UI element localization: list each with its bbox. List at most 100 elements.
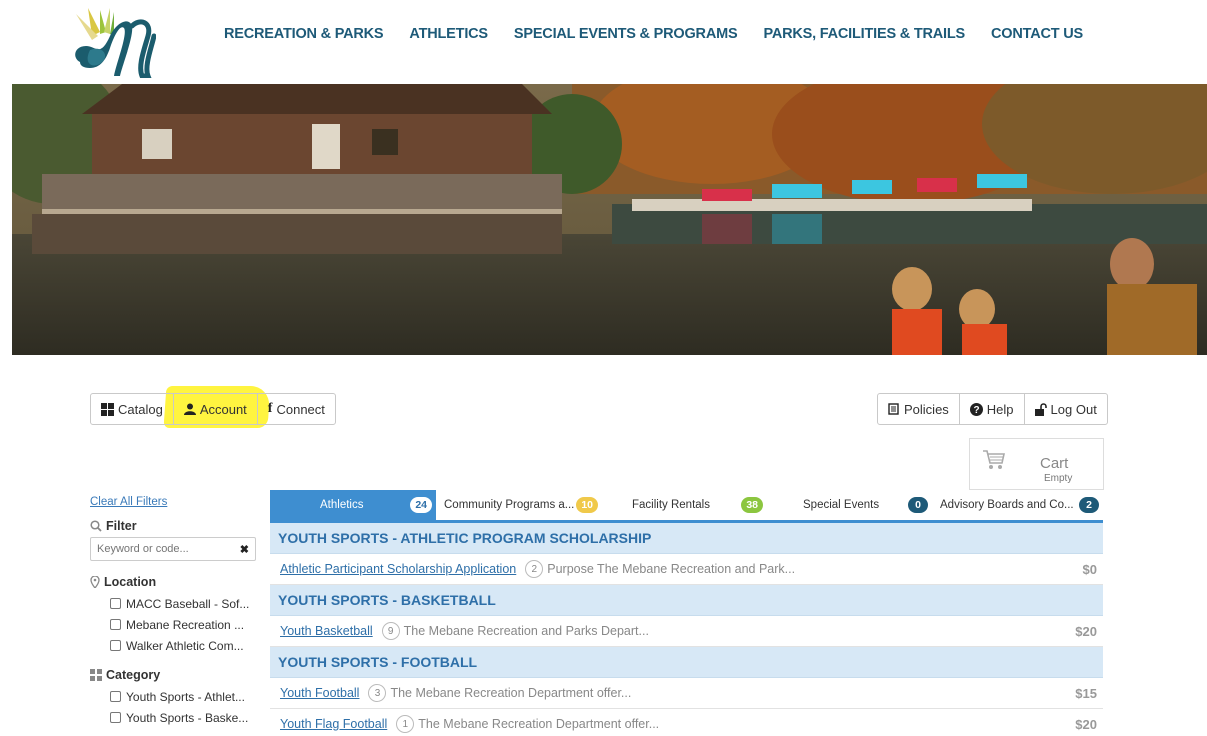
activity-price: $15 [1075,685,1097,701]
category-section-heading: YOUTH SPORTS - BASKETBALL [270,585,1103,616]
session-count-badge: 3 [368,684,387,702]
activity-link[interactable]: Youth Football [280,686,359,700]
tab-label: Advisory Boards and Co... [940,499,1074,511]
tab-label: Special Events [803,499,880,511]
session-count-badge: 9 [381,622,400,640]
session-count-badge: 1 [396,715,415,733]
facebook-icon: f [267,401,273,416]
cart-label: Cart [1040,455,1069,472]
help-label: Help [986,401,1014,417]
clear-all-filters-link[interactable]: Clear All Filters [90,496,260,508]
utility-button-group: Policies ? Help Log Out [877,393,1108,425]
tab-athletics[interactable]: Athletics 24 [270,490,436,520]
list-item: Youth Basketball 9 The Mebane Recreation… [270,616,1103,647]
activity-description: The Mebane Recreation Department offer..… [390,686,632,700]
category-section-heading: YOUTH SPORTS - FOOTBALL [270,647,1103,678]
tab-label: Facility Rentals [632,499,710,511]
location-option[interactable]: Mebane Recreation ... [90,614,260,635]
policies-button[interactable]: Policies [878,394,960,424]
category-option-label: Youth Sports - Athlet... [126,689,245,704]
grid-icon [90,669,102,681]
page: RECREATION & PARKS ATHLETICS SPECIAL EVE… [0,0,1207,736]
checkbox[interactable] [110,640,121,651]
nav-contact-us[interactable]: CONTACT US [991,26,1083,42]
account-label: Account [199,401,247,417]
cart-status: Empty [1044,473,1073,484]
category-option-label: Youth Sports - Baske... [126,710,249,725]
location-heading: Location [90,575,260,589]
category-section-heading: YOUTH SPORTS - ATHLETIC PROGRAM SCHOLARS… [270,523,1103,554]
hero-image [12,84,1207,355]
location-option-label: Mebane Recreation ... [126,617,245,632]
activity-price: $0 [1082,561,1097,577]
map-marker-icon [90,576,100,588]
nav-special-events[interactable]: SPECIAL EVENTS & PROGRAMS [514,26,738,42]
nav-button-group: Catalog Account f Connect [90,393,336,425]
catalog-label: Catalog [118,401,163,417]
tab-count-badge: 2 [1079,497,1099,513]
filter-heading-label: Filter [106,519,137,533]
checkbox[interactable] [110,619,121,630]
category-heading-label: Category [106,668,161,682]
list-item: Athletic Participant Scholarship Applica… [270,554,1103,585]
catalog-list: YOUTH SPORTS - ATHLETIC PROGRAM SCHOLARS… [270,523,1103,736]
site-header: RECREATION & PARKS ATHLETICS SPECIAL EVE… [0,0,1207,84]
nav-parks-facilities-trails[interactable]: PARKS, FACILITIES & TRAILS [763,26,965,42]
search-icon [90,520,102,532]
filter-sidebar: Clear All Filters Filter ✖ Location MACC… [90,496,260,736]
list-item: Youth Football 3 The Mebane Recreation D… [270,678,1103,709]
tab-special-events[interactable]: Special Events 0 [767,490,932,520]
filter-heading: Filter [90,519,260,533]
svg-text:?: ? [973,405,979,416]
activity-link[interactable]: Youth Flag Football [280,717,387,731]
help-button[interactable]: ? Help [960,394,1025,424]
tab-count-badge: 0 [908,497,928,513]
tab-count-badge: 24 [410,497,432,513]
location-option[interactable]: MACC Baseball - Sof... [90,593,260,614]
policies-label: Policies [904,401,949,417]
tab-community-programs[interactable]: Community Programs a... 10 [436,490,602,520]
account-button[interactable]: Account [174,394,258,424]
location-option[interactable]: Walker Athletic Com... [90,635,260,656]
logout-button[interactable]: Log Out [1025,394,1107,424]
nav-athletics[interactable]: ATHLETICS [409,26,488,42]
tab-advisory-boards[interactable]: Advisory Boards and Co... 2 [932,490,1103,520]
connect-label: Connect [276,401,325,417]
tab-label: Athletics [320,499,364,511]
tab-count-badge: 38 [741,497,763,513]
location-option-label: MACC Baseball - Sof... [126,596,250,611]
session-count-badge: 2 [525,560,544,578]
tab-facility-rentals[interactable]: Facility Rentals 38 [602,490,767,520]
keyword-search-input[interactable] [97,543,240,555]
checkbox[interactable] [110,598,121,609]
location-filter-section: Location MACC Baseball - Sof... Mebane R… [90,575,260,656]
activity-link[interactable]: Youth Basketball [280,624,373,638]
unlock-icon [1034,402,1047,416]
grid-icon [101,402,114,416]
list-item: Youth Flag Football 1 The Mebane Recreat… [270,709,1103,736]
category-filter-section: Category Youth Sports - Athlet... Youth … [90,668,260,728]
category-option[interactable]: Youth Sports - Baske... [90,707,260,728]
cart-widget[interactable]: Cart Empty [969,438,1104,490]
question-circle-icon: ? [969,402,983,416]
activity-description: The Mebane Recreation and Parks Depart..… [403,624,649,638]
activity-link[interactable]: Athletic Participant Scholarship Applica… [280,562,516,576]
keyword-search-field[interactable]: ✖ [90,537,256,561]
location-heading-label: Location [104,575,157,589]
activity-price: $20 [1075,716,1097,732]
location-option-label: Walker Athletic Com... [126,638,244,653]
nav-recreation-parks[interactable]: RECREATION & PARKS [224,26,384,42]
policies-icon [888,403,899,415]
catalog-button[interactable]: Catalog [91,394,174,424]
checkbox[interactable] [110,712,121,723]
activity-price: $20 [1075,623,1097,639]
catalog-tabs: Athletics 24 Community Programs a... 10 … [270,490,1103,523]
category-heading: Category [90,668,260,682]
mebane-logo[interactable] [70,6,156,78]
tab-count-badge: 10 [576,497,598,513]
checkbox[interactable] [110,691,121,702]
cart-icon [983,450,1005,469]
category-option[interactable]: Youth Sports - Athlet... [90,686,260,707]
clear-keyword-icon[interactable]: ✖ [240,543,249,556]
connect-button[interactable]: f Connect [258,394,335,424]
